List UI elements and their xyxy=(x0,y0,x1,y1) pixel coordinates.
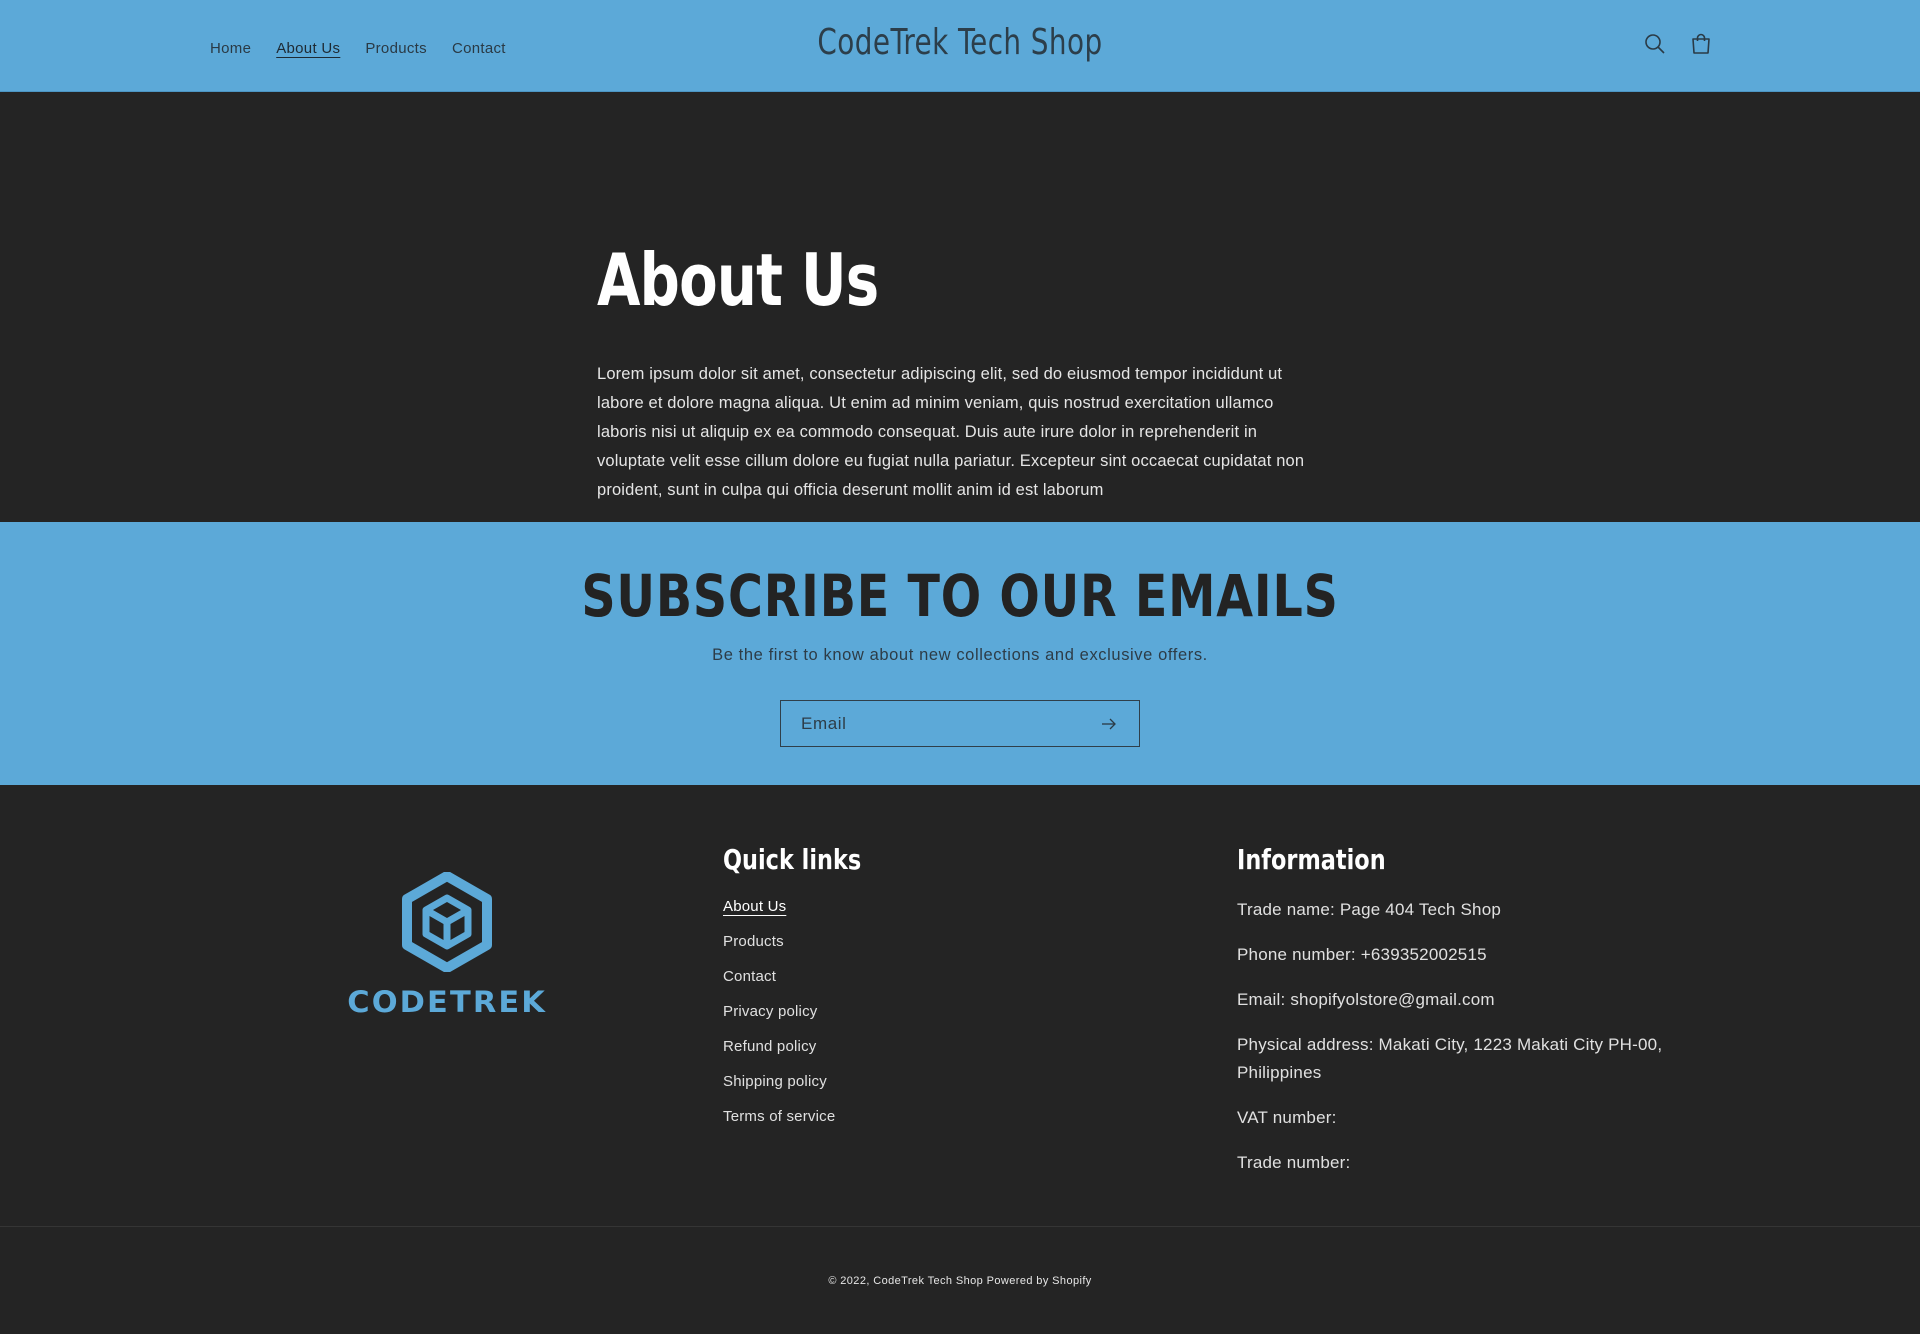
information: Information Trade name: Page 404 Tech Sh… xyxy=(1237,843,1697,1194)
site-footer: CODETREK Quick links About Us Products C… xyxy=(0,785,1920,1334)
footer-link-terms: Terms of service xyxy=(723,1108,896,1143)
footer-link-contact: Contact xyxy=(723,968,896,1003)
quick-links: Quick links About Us Products Contact Pr… xyxy=(723,843,896,1143)
copyright: © 2022, CodeTrek Tech Shop Powered by Sh… xyxy=(828,1275,1092,1287)
about-body: Lorem ipsum dolor sit amet, consectetur … xyxy=(597,365,1305,499)
newsletter-title: SUBSCRIBE TO OUR EMAILS xyxy=(581,562,1339,630)
page-title: About Us xyxy=(597,238,879,322)
header-icons xyxy=(1644,33,1712,55)
footer-link[interactable]: Contact xyxy=(723,968,776,985)
footer-link[interactable]: Privacy policy xyxy=(723,1003,818,1020)
footer-link-refund: Refund policy xyxy=(723,1038,896,1073)
footer-link-about-us: About Us xyxy=(723,898,896,933)
information-title: Information xyxy=(1237,843,1386,876)
cart-icon[interactable] xyxy=(1690,33,1712,55)
brand-title[interactable]: CodeTrek Tech Shop xyxy=(134,22,1785,63)
email-input[interactable] xyxy=(801,713,1099,734)
trade-name: Trade name: Page 404 Tech Shop xyxy=(1237,900,1502,919)
footer-link-products: Products xyxy=(723,933,896,968)
codetrek-logo[interactable]: CODETREK xyxy=(347,871,545,1019)
footer-link-shipping: Shipping policy xyxy=(723,1073,896,1108)
email-address: Email: shopifyolstore@gmail.com xyxy=(1237,990,1495,1009)
search-icon[interactable] xyxy=(1644,33,1666,55)
trade-number: Trade number: xyxy=(1237,1153,1351,1172)
newsletter-section: SUBSCRIBE TO OUR EMAILS Be the first to … xyxy=(0,522,1920,785)
phone-number: Phone number: +639352002515 xyxy=(1237,945,1487,964)
site-header: Home About Us Products Contact CodeTrek … xyxy=(0,0,1920,92)
vat-number: VAT number: xyxy=(1237,1108,1337,1127)
physical-address: Physical address: Makati City, 1223 Maka… xyxy=(1237,1035,1663,1082)
footer-link-privacy: Privacy policy xyxy=(723,1003,896,1038)
footer-link[interactable]: Terms of service xyxy=(723,1108,835,1125)
logo-text: CODETREK xyxy=(347,985,547,1019)
footer-divider xyxy=(0,1226,1920,1227)
newsletter-text: Be the first to know about new collectio… xyxy=(712,646,1208,664)
footer-link[interactable]: Products xyxy=(723,933,784,950)
cube-logo-icon xyxy=(402,871,492,973)
subscribe-button[interactable] xyxy=(1099,714,1119,734)
footer-link[interactable]: About Us xyxy=(723,898,786,915)
email-form xyxy=(780,700,1140,747)
arrow-right-icon xyxy=(1102,718,1116,729)
about-section: About Us Lorem ipsum dolor sit amet, con… xyxy=(0,92,1920,522)
quick-links-title: Quick links xyxy=(723,843,862,876)
footer-link[interactable]: Refund policy xyxy=(723,1038,817,1055)
footer-link[interactable]: Shipping policy xyxy=(723,1073,827,1090)
